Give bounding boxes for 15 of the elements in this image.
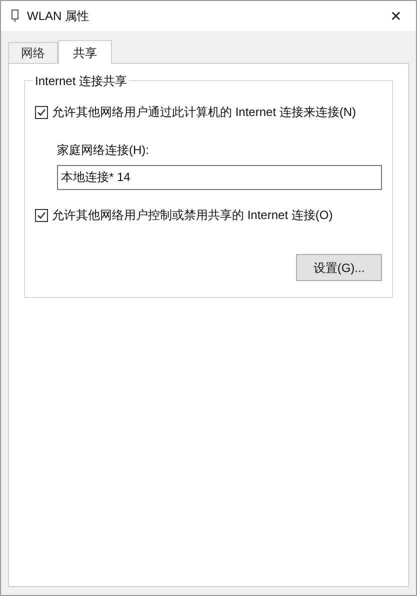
check-icon xyxy=(37,210,46,220)
checkbox[interactable] xyxy=(35,208,48,222)
window-title: WLAN 属性 xyxy=(27,8,90,25)
checkbox[interactable] xyxy=(35,106,48,118)
check-icon xyxy=(37,108,46,116)
close-button[interactable]: ✕ xyxy=(376,1,416,31)
home-connection-field[interactable]: 本地连接* 14 xyxy=(57,165,382,190)
settings-button[interactable]: 设置(G)... xyxy=(296,254,382,281)
field-label: 家庭网络连接(H): xyxy=(57,142,150,159)
tab[interactable]: 共享 xyxy=(58,40,112,64)
tab[interactable]: 网络 xyxy=(8,42,58,63)
group-title: Internet 连接共享 xyxy=(33,72,130,90)
adapter-icon xyxy=(11,9,19,23)
checkbox-label: 允许其他网络用户通过此计算机的 Internet 连接来连接(N) xyxy=(52,104,356,121)
checkbox-label: 允许其他网络用户控制或禁用共享的 Internet 连接(O) xyxy=(52,207,333,224)
